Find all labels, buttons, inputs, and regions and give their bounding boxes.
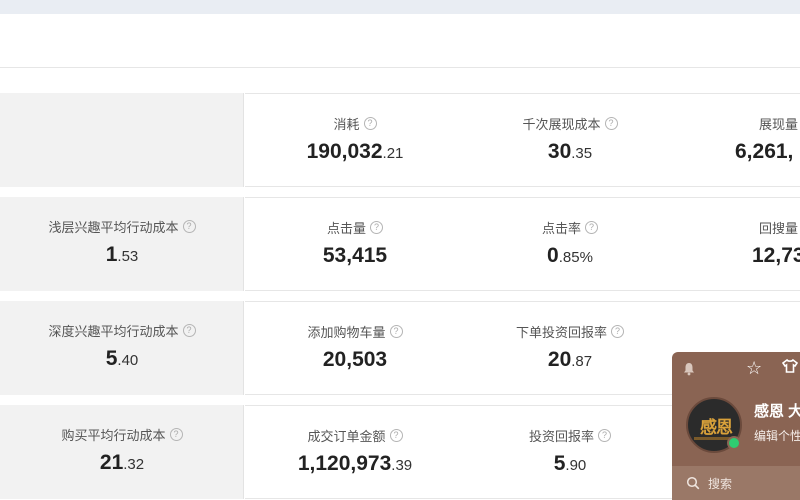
- metric-label: 投资回报率: [528, 429, 594, 444]
- metrics-row-1: 消耗? 190,032.21 千次展现成本? 30.35 展现量 6,261,: [0, 93, 800, 187]
- metric-value: 20,503: [322, 348, 388, 371]
- row-left-panel: [0, 93, 244, 187]
- help-icon[interactable]: ?: [585, 221, 598, 234]
- help-icon[interactable]: ?: [363, 117, 377, 130]
- metric-label: 浅层兴趣平均行动成本: [48, 220, 179, 235]
- star-icon[interactable]: ☆: [746, 358, 762, 379]
- metric-value: 1.53: [105, 243, 139, 266]
- metric-value: 0.85%: [547, 244, 593, 267]
- search-bar[interactable]: 搜索: [672, 466, 800, 500]
- top-strip: [0, 0, 800, 14]
- metric-value: 30.35: [547, 140, 593, 163]
- help-icon[interactable]: ?: [611, 325, 624, 338]
- metric-deep-interest-cost: 深度兴趣平均行动成本? 5.40: [0, 321, 244, 371]
- help-icon[interactable]: ?: [604, 117, 618, 130]
- metrics-row-2: 浅层兴趣平均行动成本? 1.53 点击量? 53,415 点击率? 0.85% …: [0, 197, 800, 291]
- metric-label: 消耗: [333, 117, 360, 132]
- avatar-logo-text: 感恩: [700, 418, 733, 437]
- metric-label: 成交订单金额: [307, 429, 386, 444]
- metric-label: 展现量: [759, 117, 799, 132]
- user-name[interactable]: 感恩 大: [754, 400, 800, 421]
- metric-clicks: 点击量? 53,415: [290, 218, 420, 268]
- help-icon[interactable]: ?: [370, 221, 383, 234]
- metric-value: 21.32: [99, 451, 145, 474]
- messenger-widget[interactable]: ☆ 感恩 感恩 大 编辑个性 搜索: [672, 352, 800, 500]
- row-left-panel: 购买平均行动成本? 21.32: [0, 405, 244, 499]
- metric-cpm: 千次展现成本? 30.35: [510, 114, 630, 164]
- metric-value: 53,415: [322, 244, 388, 267]
- metric-value: 5.90: [553, 452, 587, 475]
- metric-label: 点击量: [326, 221, 366, 236]
- online-status-dot: [727, 436, 741, 450]
- row-metrics-panel: 点击量? 53,415 点击率? 0.85% 回搜量 12,73: [245, 197, 800, 291]
- metric-value: 5.40: [105, 347, 139, 370]
- metric-ctr: 点击率? 0.85%: [510, 218, 630, 268]
- metric-cost: 消耗? 190,032.21: [290, 114, 420, 164]
- help-icon[interactable]: ?: [182, 220, 196, 233]
- metric-value: 190,032.21: [306, 140, 404, 163]
- shirt-icon[interactable]: [782, 358, 798, 374]
- metric-impressions: 展现量 6,261,: [735, 114, 800, 164]
- metric-label: 千次展现成本: [522, 117, 601, 132]
- metric-order-roi: 下单投资回报率? 20.87: [505, 322, 635, 372]
- row-left-panel: 深度兴趣平均行动成本? 5.40: [0, 301, 244, 395]
- signature-edit[interactable]: 编辑个性: [754, 427, 800, 444]
- metric-label: 回搜量: [759, 221, 799, 236]
- row-left-panel: 浅层兴趣平均行动成本? 1.53: [0, 197, 244, 291]
- metric-value: 1,120,973.39: [297, 452, 413, 475]
- header-panel: [0, 14, 800, 68]
- metric-gmv: 成交订单金额? 1,120,973.39: [285, 426, 425, 476]
- metric-value: 20.87: [547, 348, 593, 371]
- metric-value: 6,261,: [735, 140, 794, 163]
- metric-add-to-cart: 添加购物车量? 20,503: [290, 322, 420, 372]
- metric-value: 12,73: [752, 244, 800, 267]
- bell-icon[interactable]: [682, 362, 696, 376]
- metric-label: 深度兴趣平均行动成本: [48, 324, 179, 339]
- help-icon[interactable]: ?: [389, 429, 403, 442]
- metric-label: 下单投资回报率: [515, 325, 607, 340]
- help-icon[interactable]: ?: [182, 324, 196, 337]
- metric-roi: 投资回报率? 5.90: [510, 426, 630, 476]
- metric-label: 购买平均行动成本: [61, 428, 166, 443]
- search-icon: [686, 476, 700, 490]
- metric-label: 添加购物车量: [307, 325, 386, 340]
- row-metrics-panel: 消耗? 190,032.21 千次展现成本? 30.35 展现量 6,261,: [245, 93, 800, 187]
- metric-shallow-interest-cost: 浅层兴趣平均行动成本? 1.53: [0, 217, 244, 267]
- metric-search-back: 回搜量 12,73: [735, 218, 800, 268]
- metric-purchase-cost: 购买平均行动成本? 21.32: [0, 425, 244, 475]
- help-icon[interactable]: ?: [389, 325, 403, 338]
- help-icon[interactable]: ?: [598, 429, 611, 442]
- metric-label: 点击率: [541, 221, 581, 236]
- help-icon[interactable]: ?: [169, 428, 183, 441]
- search-placeholder: 搜索: [708, 476, 733, 491]
